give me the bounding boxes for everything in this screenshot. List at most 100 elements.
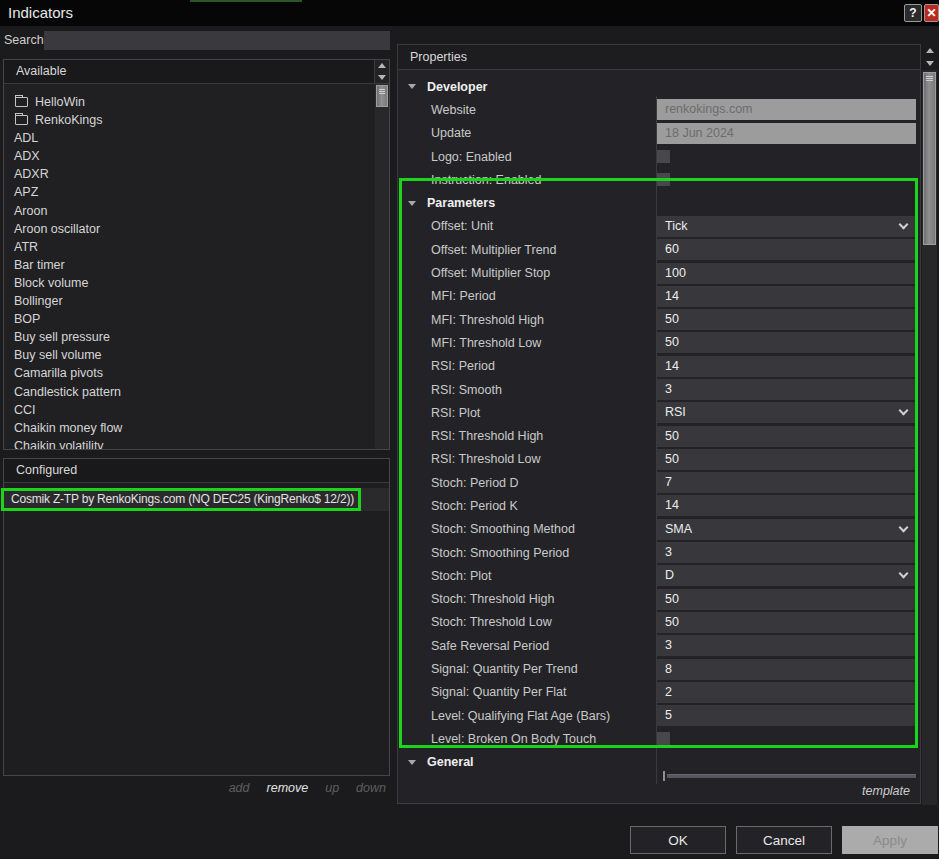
chevron-down-icon (899, 219, 909, 229)
list-action-button[interactable]: remove (267, 781, 309, 795)
list-item[interactable]: BOP (4, 310, 389, 328)
list-item[interactable]: ATR (4, 238, 389, 256)
value-field[interactable]: 3 (657, 635, 916, 656)
property-label: RSI: Smooth (398, 383, 657, 397)
list-item[interactable]: ADL (4, 129, 389, 147)
value-field[interactable]: 50 (657, 332, 916, 353)
chevron-down-icon (899, 569, 909, 579)
property-row: Stoch: Period K 14 14 (398, 494, 920, 517)
list-item[interactable]: Aroon oscillator (4, 220, 389, 238)
checkbox[interactable] (657, 150, 670, 163)
section-developer[interactable]: Developer (398, 75, 920, 98)
scroll-up-button[interactable] (922, 44, 937, 57)
list-item[interactable]: ADXR (4, 165, 389, 183)
list-item[interactable]: Aroon (4, 202, 389, 220)
value-field[interactable]: 50 (657, 589, 916, 610)
value-field[interactable]: 14 (657, 286, 916, 307)
value-field[interactable]: 3 (657, 542, 916, 563)
list-item[interactable]: Candlestick pattern (4, 383, 389, 401)
list-item[interactable]: RenkoKings (4, 111, 389, 129)
properties-scrollbar[interactable] (922, 44, 937, 805)
list-action-button[interactable]: down (356, 781, 386, 795)
arrow-up-icon (926, 48, 934, 53)
property-row: Website renkokings.com renkokings.com (398, 98, 920, 121)
list-item[interactable]: Buy sell volume (4, 346, 389, 364)
configured-panel: Configured Cosmik Z-TP by RenkoKings.com… (3, 458, 390, 776)
property-label: Stoch: Plot (398, 569, 657, 583)
value-field[interactable]: 50 (657, 309, 916, 330)
list-item[interactable]: Chaikin volatility (4, 437, 389, 449)
value-field[interactable]: 50 (657, 426, 916, 447)
property-row: MFI: Threshold Low 50 50 (398, 331, 920, 354)
property-label: Stoch: Period K (398, 499, 657, 513)
checkbox[interactable] (657, 732, 670, 745)
configured-item[interactable]: Cosmik Z-TP by RenkoKings.com (NQ DEC25 … (4, 488, 389, 511)
list-item[interactable]: Chaikin money flow (4, 419, 389, 437)
property-row: Stoch: Smoothing Period 3 3 (398, 541, 920, 564)
value-field[interactable]: 2 (657, 682, 916, 703)
available-header-label: Available (16, 64, 67, 78)
configured-header-label: Configured (16, 463, 77, 477)
section-general[interactable]: General (398, 751, 920, 774)
ok-button[interactable]: OK (630, 826, 726, 854)
list-action-button[interactable]: add (229, 781, 250, 795)
apply-button[interactable]: Apply (842, 826, 938, 854)
cancel-button[interactable]: Cancel (736, 826, 832, 854)
value-field[interactable]: 8 (657, 659, 916, 680)
value-field[interactable]: 50 (657, 612, 916, 633)
list-item[interactable]: APZ (4, 183, 389, 201)
value-dropdown[interactable]: SMA (657, 519, 916, 540)
value-dropdown[interactable]: D (657, 565, 916, 586)
property-row: Stoch: Period D 7 7 (398, 471, 920, 494)
list-item[interactable]: CCI (4, 401, 389, 419)
scroll-up-button[interactable] (375, 60, 389, 72)
template-field[interactable] (667, 774, 916, 778)
value-field[interactable]: renkokings.com (657, 99, 916, 120)
property-row: Safe Reversal Period 3 3 (398, 634, 920, 657)
property-label: Stoch: Threshold High (398, 592, 657, 606)
value-field[interactable]: 3 (657, 379, 916, 400)
scroll-down-button[interactable] (922, 57, 937, 70)
list-item[interactable]: Camarilla pivots (4, 364, 389, 382)
list-item[interactable]: HelloWin (4, 93, 389, 111)
value-field[interactable]: 18 Jun 2024 (657, 123, 916, 144)
list-item[interactable]: Buy sell pressure (4, 328, 389, 346)
property-row: Signal: Quantity Per Trend 8 8 (398, 657, 920, 680)
value-field[interactable]: 50 (657, 449, 916, 470)
list-item[interactable]: ADX (4, 147, 389, 165)
property-row: Signal: Quantity Per Flat 2 2 (398, 681, 920, 704)
folder-icon (15, 97, 28, 107)
value-field[interactable]: 7 (657, 472, 916, 493)
template-label: template (862, 784, 910, 798)
list-item[interactable]: Bar timer (4, 256, 389, 274)
property-label: RSI: Plot (398, 406, 657, 420)
property-row: Stoch: Threshold High 50 50 (398, 588, 920, 611)
value-field[interactable]: 5 (657, 705, 916, 726)
value-dropdown[interactable]: RSI (657, 402, 916, 423)
property-row: MFI: Threshold High 50 50 (398, 308, 920, 331)
available-scrollbar[interactable] (375, 84, 389, 449)
scrollbar-thumb[interactable] (376, 85, 388, 107)
value-field[interactable]: 14 (657, 495, 916, 516)
list-item[interactable]: Block volume (4, 274, 389, 292)
help-button[interactable]: ? (904, 4, 922, 22)
scroll-down-button[interactable] (375, 72, 389, 84)
search-label: Search (4, 33, 44, 47)
section-parameters[interactable]: Parameters (398, 191, 920, 214)
scrollbar-thumb[interactable] (923, 72, 936, 245)
property-row: Stoch: Smoothing Method SMA SMA (398, 518, 920, 541)
value-field[interactable]: 100 (657, 263, 916, 284)
property-row: Update 18 Jun 2024 18 Jun 2024 (398, 122, 920, 145)
property-row: Stoch: Threshold Low 50 50 (398, 611, 920, 634)
property-label: Stoch: Period D (398, 476, 657, 490)
checkbox[interactable] (657, 173, 670, 186)
property-row: Level: Broken On Body Touch (398, 727, 920, 750)
value-field[interactable]: 14 (657, 356, 916, 377)
value-dropdown[interactable]: Tick (657, 216, 916, 237)
close-button[interactable]: ✕ (924, 4, 939, 22)
search-input[interactable] (44, 31, 390, 50)
value-field[interactable]: 60 (657, 239, 916, 260)
list-item[interactable]: Bollinger (4, 292, 389, 310)
template-field-tick (663, 771, 665, 781)
list-action-button[interactable]: up (325, 781, 339, 795)
